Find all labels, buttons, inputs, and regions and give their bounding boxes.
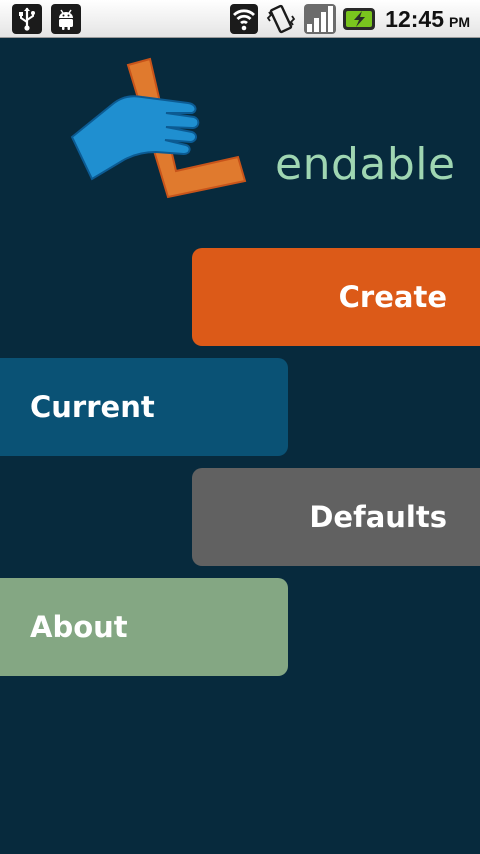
defaults-button-label: Defaults <box>309 500 447 534</box>
clock: 12:45 PM <box>385 4 470 34</box>
app-logo: endable <box>70 55 455 205</box>
status-bar: 12:45 PM <box>0 0 480 38</box>
about-button[interactable]: About <box>0 578 288 676</box>
vibrate-icon <box>265 4 297 34</box>
current-button[interactable]: Current <box>0 358 288 456</box>
battery-charging-icon <box>342 4 376 34</box>
signal-icon <box>304 4 336 34</box>
wifi-icon <box>230 4 258 34</box>
defaults-button[interactable]: Defaults <box>192 468 480 566</box>
usb-icon <box>12 4 42 34</box>
create-button-label: Create <box>338 280 447 314</box>
clock-time: 12:45 <box>385 6 444 32</box>
about-button-label: About <box>30 610 128 644</box>
create-button[interactable]: Create <box>192 248 480 346</box>
android-debug-icon <box>51 4 81 34</box>
clock-ampm: PM <box>449 14 470 30</box>
logo-text: endable <box>275 139 456 190</box>
current-button-label: Current <box>30 390 155 424</box>
